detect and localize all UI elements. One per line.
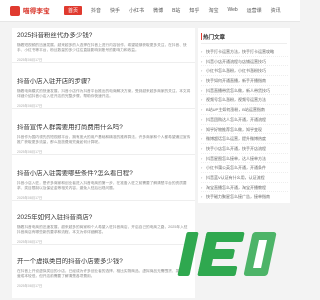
article-title[interactable]: 2025抖音粉丝代办多少钱? bbox=[17, 32, 191, 40]
sidebar-item[interactable]: › 淘宝直播怎么开通，淘宝开播教程 bbox=[201, 183, 288, 193]
site-logo[interactable] bbox=[10, 6, 20, 16]
site-brand[interactable]: 喵得李宝 bbox=[23, 5, 50, 15]
article-title[interactable]: 2025年如何入驻抖音商店? bbox=[17, 214, 191, 222]
sidebar-item[interactable]: › 知乎好物推荐怎么做，知乎变现 bbox=[201, 125, 288, 135]
article-date: 2025年08月17日 bbox=[17, 149, 43, 154]
sidebar-item-label: 抖音蓝V认证有什么用，认证流程 bbox=[206, 174, 265, 180]
sidebar-accent-bar bbox=[201, 33, 203, 40]
sidebar-item-label: 知乎好物推荐怎么做，知乎变现 bbox=[206, 126, 262, 132]
article-item: 抖音小店入驻需要哪些条件?怎么看日程? 抖音小店入驻，是许多商家和创业者进入抖音… bbox=[12, 170, 195, 201]
article-title[interactable]: 抖音宣传人群需要用打尚费用什么吗? bbox=[17, 124, 191, 132]
sidebar-item[interactable]: › 小红书蒲公英怎么开通，开通条件 bbox=[201, 163, 288, 173]
article-excerpt: 随着抖音电商的迅速发展，越来越多的商家和个人希望入驻抖音商店，开启自己的电商之路… bbox=[17, 224, 188, 235]
nav-item-zhihu[interactable]: 知乎 bbox=[189, 7, 199, 15]
article-date: 2025年08月17日 bbox=[17, 195, 43, 200]
article-item: 抖音小店入驻开店的步骤？ 随着电商模式的快速发展，抖音小店作为抖音平台推出的电商… bbox=[12, 78, 195, 109]
article-item: 抖音宣传人群需要用打尚费用什么吗? 抖音作为国内领先的短视频平台，拥有庞大的用户… bbox=[12, 124, 195, 155]
nav-item-home[interactable]: 首页 bbox=[64, 6, 83, 15]
sidebar-divider bbox=[201, 43, 287, 44]
sidebar-item-label: B站UP主如何涨粉，B站运营指南 bbox=[206, 107, 265, 113]
sidebar-item-label: 快手小店怎么开通，快手开店流程 bbox=[206, 145, 266, 151]
sidebar-item[interactable]: › 小红书怎么涨粉，小红书涨粉技巧 bbox=[201, 66, 288, 77]
sidebar-item-label: 快手打卡运营方法，快手打卡运营攻略 bbox=[206, 49, 274, 54]
article-date: 2025年08月17日 bbox=[17, 283, 43, 288]
sidebar-item-label: 抖音团购达人怎么开通，开通流程 bbox=[206, 116, 266, 122]
sidebar-item[interactable]: › 抖音团购达人怎么开通，开通流程 bbox=[201, 115, 288, 125]
article-date: 2025年08月17日 bbox=[17, 57, 43, 62]
watermark-logo bbox=[177, 232, 277, 276]
nav-item-course[interactable]: 运营课 bbox=[247, 7, 262, 15]
sidebar-item-label: 快手磁力聚星怎么接广告，接单指南 bbox=[206, 194, 270, 200]
sidebar-item-label: 淘宝直播怎么开通，淘宝开播教程 bbox=[206, 184, 266, 190]
sidebar-item-label: 快手如何开通直播，新手开播指南 bbox=[206, 78, 266, 84]
sidebar-item-label: 微博超话怎么运营，提升微博热度 bbox=[206, 136, 266, 142]
sidebar-item[interactable]: › 快手打卡运营方法，快手打卡运营攻略 bbox=[201, 47, 288, 57]
nav-item-xiaohongshu[interactable]: 小红书 bbox=[129, 7, 144, 15]
nav-item-bilibili[interactable]: B站 bbox=[172, 7, 180, 15]
article-date: 2025年08月17日 bbox=[17, 239, 43, 244]
sidebar-item[interactable]: › 抖音小店开通流程与店铺运营技巧 bbox=[201, 57, 288, 67]
sidebar-item-label: 抖音直播带货怎么做，新人带货技巧 bbox=[206, 87, 270, 93]
article-excerpt: 抖音作为国内领先的短视频平台，拥有庞大的用户基础和精准的推荐算法，许多商家和个人… bbox=[17, 134, 191, 145]
sidebar-item[interactable]: › 微博超话怎么运营，提升微博热度 bbox=[201, 134, 288, 144]
nav-item-weibo[interactable]: 微博 bbox=[153, 7, 163, 15]
sidebar-item[interactable]: › B站UP主如何涨粉，B站运营指南 bbox=[201, 105, 288, 115]
sidebar-item-label: 视频号怎么涨粉，视频号运营方法 bbox=[206, 97, 266, 103]
article-title[interactable]: 抖音小店入驻需要哪些条件?怎么看日程? bbox=[17, 170, 191, 178]
sidebar-item[interactable]: › 快手小店怎么开通，快手开店流程 bbox=[201, 144, 288, 154]
sidebar-item[interactable]: › 抖音直播带货怎么做，新人带货技巧 bbox=[201, 86, 288, 96]
sidebar-item-label: 小红书怎么涨粉，小红书涨粉技巧 bbox=[206, 68, 266, 74]
article-excerpt: 抖音小店入驻，是许多商家和创业者进入抖音电商的第一步，在准备入驻之前需要了解清楚… bbox=[17, 180, 187, 191]
popular-articles-sidebar: 热门文章 › 快手打卡运营方法，快手打卡运营攻略 › 抖音小店开通流程与店铺运营技巧… bbox=[198, 28, 290, 203]
sidebar-item[interactable]: › 抖音蓝V认证有什么用，认证流程 bbox=[201, 173, 288, 183]
article-item: 2025年如何入驻抖音商店? 随着抖音电商的迅速发展，越来越多的商家和个人希望入… bbox=[12, 214, 195, 245]
sidebar-item[interactable]: › 快手如何开通直播，新手开播指南 bbox=[201, 76, 288, 86]
sidebar-item[interactable]: › 快手磁力聚星怎么接广告，接单指南 bbox=[201, 192, 288, 202]
top-navigation-bar: 喵得李宝 首页 抖音 快手 小红书 微博 B站 知乎 淘宝 Web 运营课 资讯 bbox=[0, 0, 300, 22]
article-item: 2025抖音粉丝代办多少钱? 随着短视频的迅速发展，越来越多的人选择在抖音上进行… bbox=[12, 32, 195, 63]
article-excerpt: 随着短视频的迅速发展，越来越多的人选择在抖音上进行内容创作，希望能够获取更多关注… bbox=[17, 42, 187, 53]
nav-item-douyin[interactable]: 抖音 bbox=[91, 7, 101, 15]
article-item: 开一个虚拟类目的抖音小店要多少钱? 在抖音上开设虚拟类目的小店，已经成为许多创业… bbox=[12, 258, 195, 288]
article-title[interactable]: 抖音小店入驻开店的步骤？ bbox=[17, 78, 191, 86]
main-nav: 首页 抖音 快手 小红书 微博 B站 知乎 淘宝 Web 运营课 资讯 bbox=[64, 6, 281, 15]
sidebar-title: 热门文章 bbox=[203, 35, 226, 41]
nav-item-kuaishou[interactable]: 快手 bbox=[110, 7, 120, 15]
sidebar-item-label: 抖音小店开通流程与店铺运营技巧 bbox=[206, 58, 266, 64]
sidebar-list: › 快手打卡运营方法，快手打卡运营攻略 › 抖音小店开通流程与店铺运营技巧 › 小红书… bbox=[201, 47, 288, 202]
sidebar-item-label: 小红书蒲公英怎么开通，开通条件 bbox=[206, 165, 266, 171]
article-list: 2025抖音粉丝代办多少钱? 随着短视频的迅速发展，越来越多的人选择在抖音上进行… bbox=[12, 28, 195, 298]
nav-item-news[interactable]: 资讯 bbox=[271, 7, 281, 15]
sidebar-item[interactable]: › 视频号怎么涨粉，视频号运营方法 bbox=[201, 95, 288, 106]
article-date: 2025年08月17日 bbox=[17, 103, 43, 108]
sidebar-item[interactable]: › 抖音星图怎么接单，达人接单方法 bbox=[201, 154, 288, 164]
nav-item-web[interactable]: Web bbox=[227, 7, 237, 15]
article-excerpt: 在抖音上开设虚拟类目的小店，已经成为许多创业者的选择，相比实物商品，虚拟商品无需… bbox=[17, 268, 191, 279]
nav-item-taobao[interactable]: 淘宝 bbox=[208, 7, 218, 15]
sidebar-item-label: 抖音星图怎么接单，达人接单方法 bbox=[206, 155, 266, 161]
article-excerpt: 随着电商模式的快速发展，抖音小店作为抖音平台推出的电商解决方案，受到越来越多商家… bbox=[17, 88, 191, 99]
article-title[interactable]: 开一个虚拟类目的抖音小店要多少钱? bbox=[17, 258, 191, 266]
